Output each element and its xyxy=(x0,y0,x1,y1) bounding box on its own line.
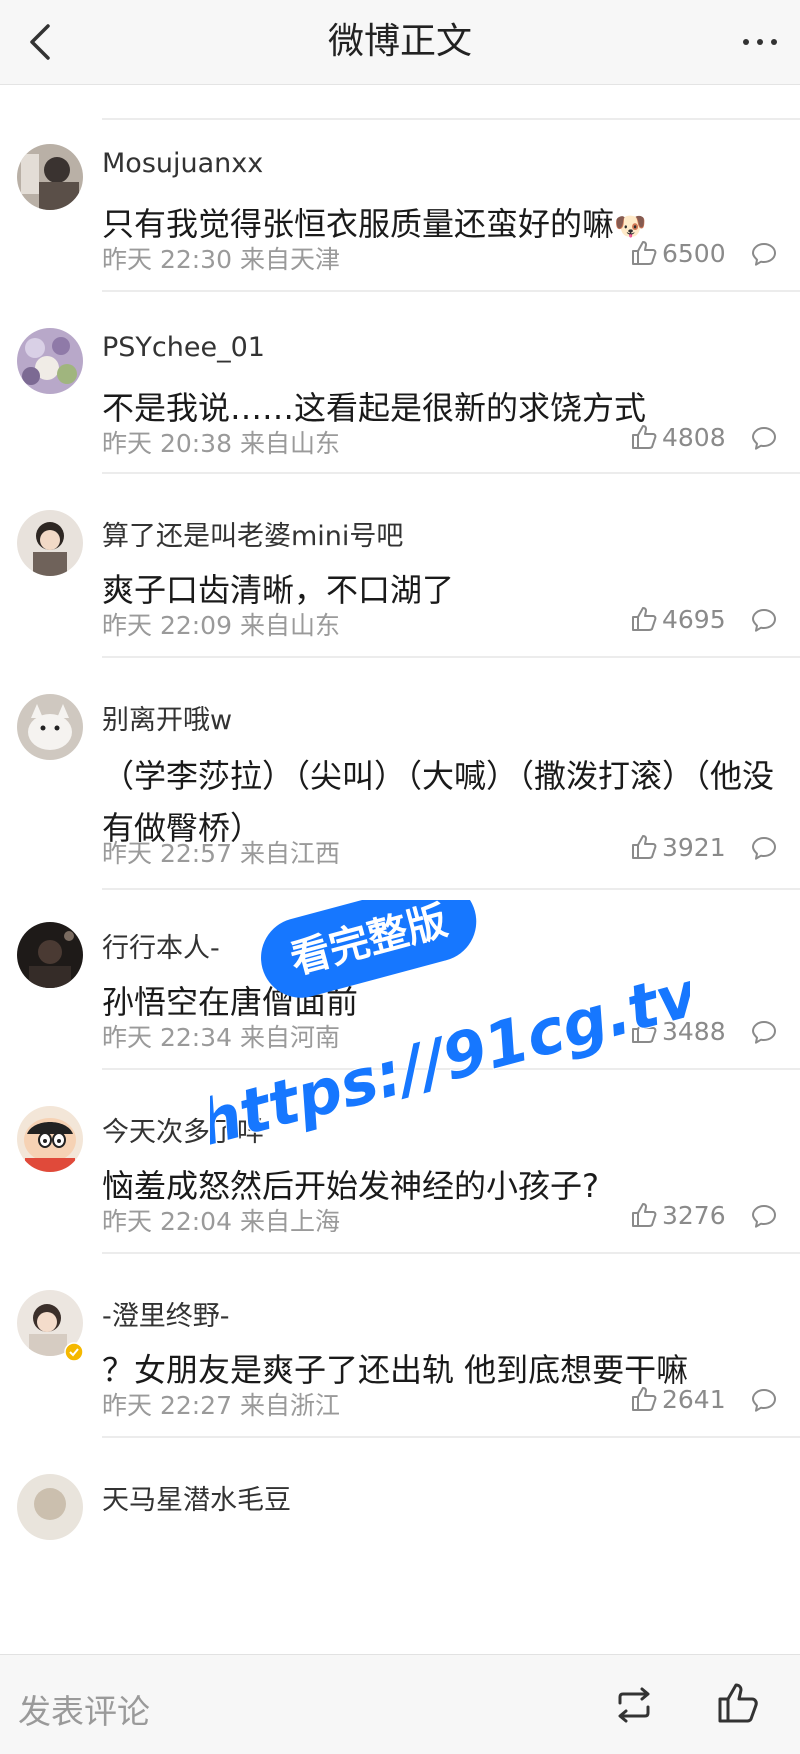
comment-meta: 昨天 22:34 来自河南 xyxy=(102,1023,340,1052)
avatar[interactable] xyxy=(17,1474,83,1540)
thumb-up-icon xyxy=(632,607,657,631)
like-button[interactable]: 3488 xyxy=(630,1016,726,1046)
like-button[interactable]: 4808 xyxy=(630,422,726,452)
like-count: 6500 xyxy=(662,238,726,268)
like-count: 4808 xyxy=(662,422,726,452)
thumb-up-icon xyxy=(632,835,657,859)
comment-username[interactable]: 行行本人- xyxy=(102,926,220,965)
like-count: 3276 xyxy=(662,1200,726,1230)
comment-meta: 昨天 22:27 来自浙江 xyxy=(102,1391,340,1420)
comment-username[interactable]: PSYchee_01 xyxy=(102,332,265,363)
comment-meta: 昨天 22:57 来自江西 xyxy=(102,839,340,868)
divider xyxy=(102,1068,800,1070)
divider xyxy=(102,472,800,474)
comment-username[interactable]: 天马星潜水毛豆 xyxy=(102,1478,291,1517)
comment-username[interactable]: -澄里终野- xyxy=(102,1294,230,1333)
comment-username[interactable]: 算了还是叫老婆mini号吧 xyxy=(102,514,403,553)
thumb-up-icon xyxy=(632,1019,657,1043)
verified-badge-icon xyxy=(64,1342,84,1362)
comment-item[interactable]: 算了还是叫老婆mini号吧 爽子口齿清晰，不口湖了 昨天 22:09 来自山东 … xyxy=(0,488,800,658)
like-button[interactable]: 3276 xyxy=(630,1200,726,1230)
comment-item[interactable]: 天马星潜水毛豆 xyxy=(0,1452,800,1654)
reply-bubble-icon[interactable] xyxy=(750,834,778,862)
more-dots-icon[interactable] xyxy=(736,22,784,62)
like-button[interactable]: 4695 xyxy=(630,604,726,634)
comment-item[interactable]: Mosujuanxx 只有我觉得张恒衣服质量还蛮好的嘛🐶 昨天 22:30 来自… xyxy=(0,122,800,292)
like-count: 3921 xyxy=(662,832,726,862)
comment-meta: 昨天 22:04 来自上海 xyxy=(102,1207,340,1236)
top-nav-bar: 微博正文 xyxy=(0,0,800,85)
like-button[interactable]: 2641 xyxy=(630,1384,726,1414)
divider xyxy=(102,656,800,658)
like-button[interactable]: 3921 xyxy=(630,832,726,862)
reply-bubble-icon[interactable] xyxy=(750,1202,778,1230)
reply-bubble-icon[interactable] xyxy=(750,424,778,452)
like-button[interactable]: 6500 xyxy=(630,238,726,268)
comment-username[interactable]: 今天次多了咩 xyxy=(102,1110,264,1149)
like-count: 4695 xyxy=(662,604,726,634)
thumb-up-icon xyxy=(632,241,657,265)
comment-item[interactable]: 今天次多了咩 恼羞成怒然后开始发神经的小孩子? 昨天 22:04 来自上海 32… xyxy=(0,1084,800,1254)
avatar[interactable] xyxy=(17,144,83,210)
comment-username[interactable]: Mosujuanxx xyxy=(102,148,263,179)
comment-username[interactable]: 别离开哦w xyxy=(102,698,232,737)
reply-bubble-icon[interactable] xyxy=(750,240,778,268)
reply-bubble-icon[interactable] xyxy=(750,606,778,634)
like-count: 2641 xyxy=(662,1384,726,1414)
divider xyxy=(102,290,800,292)
comment-item[interactable]: 行行本人- 孙悟空在唐僧面前 昨天 22:34 来自河南 3488 xyxy=(0,900,800,1070)
avatar[interactable] xyxy=(17,1106,83,1172)
divider xyxy=(102,1436,800,1438)
comment-meta: 昨天 20:38 来自山东 xyxy=(102,429,340,458)
comment-meta: 昨天 22:30 来自天津 xyxy=(102,245,340,274)
reply-bubble-icon[interactable] xyxy=(750,1386,778,1414)
divider xyxy=(102,118,800,120)
like-count: 3488 xyxy=(662,1016,726,1046)
thumb-up-icon[interactable] xyxy=(716,1681,760,1725)
avatar[interactable] xyxy=(17,694,83,760)
divider xyxy=(102,1252,800,1254)
comment-input[interactable]: 发表评论 xyxy=(18,1685,150,1733)
comment-item[interactable]: -澄里终野- ？女朋友是爽子了还出轨 他到底想要干嘛 昨天 22:27 来自浙江… xyxy=(0,1268,800,1438)
divider xyxy=(102,888,800,890)
thumb-up-icon xyxy=(632,1203,657,1227)
repost-icon[interactable] xyxy=(612,1685,656,1725)
comment-meta: 昨天 22:09 来自山东 xyxy=(102,611,340,640)
thumb-up-icon xyxy=(632,425,657,449)
avatar[interactable] xyxy=(17,328,83,394)
comment-item[interactable]: PSYchee_01 不是我说……这看起是很新的求饶方式 昨天 20:38 来自… xyxy=(0,306,800,476)
bottom-action-bar: 发表评论 xyxy=(0,1654,800,1754)
thumb-up-icon xyxy=(632,1387,657,1411)
page-title: 微博正文 xyxy=(327,21,472,62)
avatar[interactable] xyxy=(17,510,83,576)
reply-bubble-icon[interactable] xyxy=(750,1018,778,1046)
comment-text-body: 只有我觉得张恒衣服质量还蛮好的嘛 xyxy=(102,205,615,243)
avatar[interactable] xyxy=(17,922,83,988)
comment-item[interactable]: 别离开哦w （学李莎拉）（尖叫）（大喊）（撒泼打滚）（他没有做臀桥） 昨天 22… xyxy=(0,672,800,892)
